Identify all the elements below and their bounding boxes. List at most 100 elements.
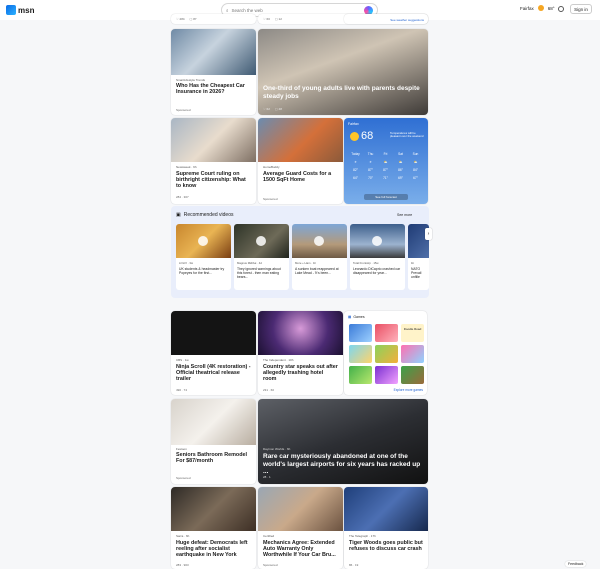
game-tile[interactable] [349,366,372,384]
video-source: 1b [411,261,415,265]
video-card[interactable]: Magnus Midtbø · 4d They ignored warnings … [234,224,289,290]
game-tile[interactable] [401,366,424,384]
video-source: Magnus Midtbø · 4d [237,261,262,265]
card-source: CBS · 1w [176,358,189,362]
card-title[interactable]: Huge defeat: Democrats left reeling afte… [176,540,251,559]
game-tile[interactable]: Doodle Road [401,324,424,342]
news-card-democrats[interactable]: Sarra · 6h Huge defeat: Democrats left r… [171,487,256,569]
sponsored-label: Sponsored [176,108,191,112]
card-image [171,29,256,75]
card-title[interactable]: Supreme Court ruling on birthright citiz… [176,171,251,190]
card-source: Certified [263,534,275,538]
play-icon[interactable] [256,236,266,246]
sun-icon [537,5,544,11]
weather-temp: 68 [361,130,374,142]
forecast-low: 69° [398,176,403,180]
weather-card[interactable]: Fairfax 68 Temperatures will be pleasant… [344,118,428,204]
partial-card-1[interactable]: ♡ 284 ▢ 87 [171,14,256,24]
video-card[interactable]: Total Frontstrp · 15w Leonardo DiCaprio c… [350,224,405,290]
forecast-day: Sun [412,152,419,156]
ad-card-bathroom[interactable]: Festoon Seniors Bathroom Remodel For $87… [171,399,256,484]
play-icon[interactable] [314,236,324,246]
game-tile[interactable] [401,345,424,363]
card-title[interactable]: Country star speaks out after allegedly … [263,364,338,383]
card-image [344,487,428,531]
card-meta: 490 · 74 [176,388,188,392]
news-card-tiger-woods[interactable]: The Telegraph · 17h Tiger Woods goes pub… [344,487,428,569]
ad-card-guard-costs[interactable]: HomeBuddy Average Guard Costs for a 1500… [258,118,343,204]
play-icon[interactable] [372,236,382,246]
card-title[interactable]: Tiger Woods goes public but refuses to d… [349,540,423,552]
video-source: Total Frontstrp · 15w [353,261,379,265]
sun-icon [350,132,359,141]
video-title[interactable]: Leonardo DiCaprio crashed car disappeare… [353,267,402,275]
video-title[interactable]: NATO Prevail unfille [411,267,426,280]
location-label: Fairfax [520,5,534,11]
partial-weather-card[interactable]: See weather suggestions [344,14,428,24]
news-card-insurance[interactable]: SmartLifestyle Trends Who Has the Cheape… [171,29,256,115]
news-card-young-adults[interactable]: One-third of young adults live with pare… [258,29,428,115]
full-forecast-button[interactable]: See full forecast [364,194,408,200]
msn-icon [6,5,16,15]
weather-summary[interactable]: Fairfax 68° [520,5,555,11]
card-title[interactable]: Average Guard Costs for a 1500 SqFt Home [263,171,338,183]
video-card[interactable]: More + Ham · 1h A sunken boat reappeared … [292,224,347,290]
card-title[interactable]: Mechanics Agree: Extended Auto Warranty … [263,540,338,559]
news-card-rare-car[interactable]: Daymon Worlds · 6h Rare car mysteriously… [258,399,428,484]
partly-cloudy-icon: ⛅ [398,160,403,164]
game-tile[interactable] [375,366,398,384]
card-meta: ♡ 284 ▢ 87 [176,17,197,21]
forecast-day: Sat [398,152,403,156]
card-meta: 231 · 60 [263,388,275,392]
news-card-country-star[interactable]: The Independent · 10h Country star speak… [258,311,343,395]
video-card[interactable]: LOLIX · 3w UK students & headmaster try P… [176,224,231,290]
game-tile[interactable] [349,345,372,363]
ad-card-auto-warranty[interactable]: Certified Mechanics Agree: Extended Auto… [258,487,343,569]
games-card[interactable]: ▦ Games Doodle Road Explore more games [344,311,427,395]
chevron-right-icon[interactable]: › [425,228,432,240]
card-source: Daymon Worlds · 6h [263,447,291,451]
card-image [171,487,256,531]
video-title[interactable]: A sunken boat reappeared at Lake Mead - … [295,267,344,275]
card-title[interactable]: Ninja Scroll (4K restoration) - Official… [176,364,251,383]
card-title[interactable]: Seniors Bathroom Remodel For $87/month [176,452,251,464]
feedback-button[interactable]: Feedback [565,561,587,567]
forecast-day: Thu [367,152,374,156]
card-source: Newsweek · 9h [176,165,197,169]
card-title[interactable]: Rare car mysteriously abandoned at one o… [263,453,423,476]
card-title[interactable]: Who Has the Cheapest Car Insurance in 20… [176,83,251,95]
forecast-high: 87° [383,168,388,172]
play-icon[interactable] [198,236,208,246]
card-source: SmartLifestyle Trends [176,78,206,82]
partly-cloudy-icon: ⛅ [383,160,388,164]
see-more-link[interactable]: See more [397,213,412,217]
game-tile[interactable] [375,324,398,342]
forecast-low: 64° [353,176,358,180]
msn-logo[interactable]: msn [6,5,34,15]
section-header: ▣ Recommended videos [176,212,233,218]
sponsored-label: Sponsored [176,476,191,480]
forecast-low: 67° [413,176,418,180]
weather-note: Temperatures will be pleasant over the w… [390,131,424,139]
card-source: The Telegraph · 17h [349,534,376,538]
forecast-day: Today [351,152,360,156]
search-placeholder[interactable]: Search the web [232,8,263,13]
card-image [171,118,256,162]
video-source: More + Ham · 1h [295,261,317,265]
card-source: HomeBuddy [263,165,280,169]
game-tile[interactable] [349,324,372,342]
settings-gear-icon[interactable] [558,6,564,12]
explore-games-link[interactable]: Explore more games [394,388,423,392]
card-meta: 86 · 19 [349,563,359,567]
section-title: Recommended videos [183,212,234,218]
card-title[interactable]: One-third of young adults live with pare… [263,85,423,100]
recommended-videos-section: ▣ Recommended videos See more LOLIX · 3w U… [171,206,429,298]
sign-in-button[interactable]: Sign in [570,4,592,14]
news-card-supreme-court[interactable]: Newsweek · 9h Supreme Court ruling on bi… [171,118,256,204]
see-weather-suggestions-link[interactable]: See weather suggestions [390,18,424,22]
game-tile[interactable] [375,345,398,363]
video-card-ninja-scroll[interactable]: CBS · 1w Ninja Scroll (4K restoration) -… [171,311,256,395]
video-title[interactable]: UK students & headmaster try Popeyes for… [179,267,228,275]
header-temp: 68° [547,5,555,11]
video-title[interactable]: They ignored warnings about this forest … [237,267,286,280]
